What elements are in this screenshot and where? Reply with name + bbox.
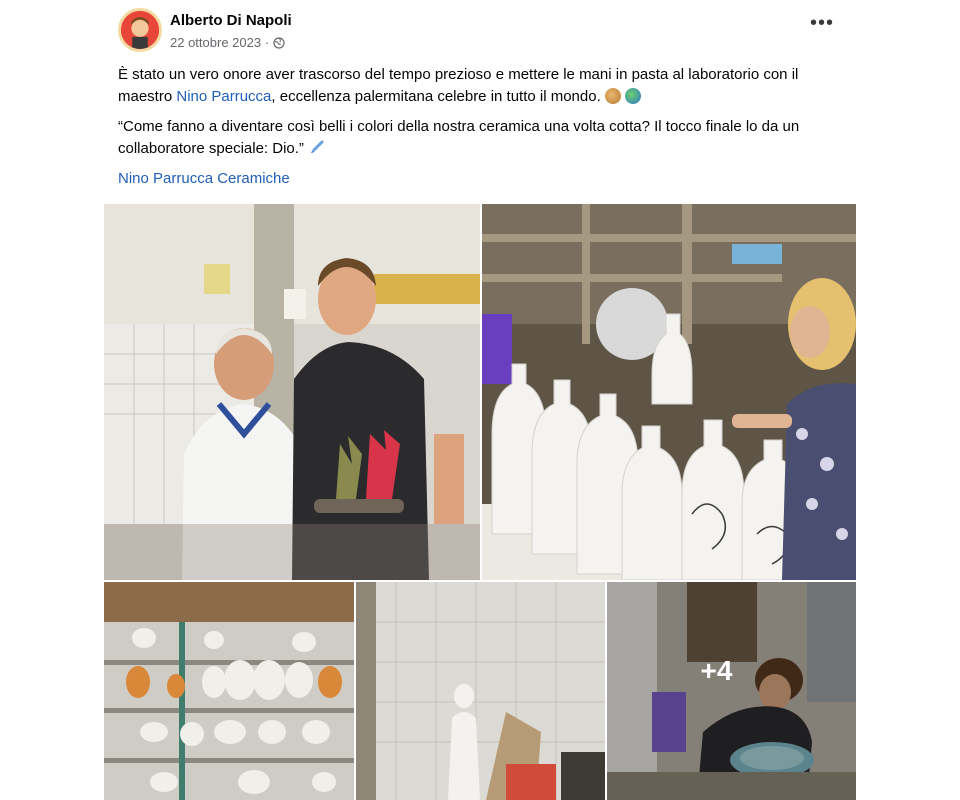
more-photos-overlay[interactable]: +4 xyxy=(607,582,856,800)
avatar-illustration xyxy=(121,11,159,49)
photo-2-image xyxy=(482,204,856,580)
cookie-emoji-icon xyxy=(604,88,621,104)
gallery-photo-1[interactable] xyxy=(104,204,480,580)
photo-4-image xyxy=(356,582,605,800)
post-header: Alberto Di Napoli 22 ottobre 2023 · ••• xyxy=(118,8,842,54)
paintbrush-emoji-icon xyxy=(308,140,324,156)
tagged-page-link[interactable]: Nino Parrucca Ceramiche xyxy=(118,170,290,187)
gallery-photo-3[interactable] xyxy=(104,582,354,800)
photo-3-image xyxy=(104,582,354,800)
paragraph-1-text-end: , eccellenza palermitana celebre in tutt… xyxy=(271,88,605,105)
post-date[interactable]: 22 ottobre 2023 · xyxy=(170,35,269,50)
photo-1-image xyxy=(104,204,480,580)
post-meta: 22 ottobre 2023 · xyxy=(170,35,285,50)
gallery-photo-5-more[interactable]: +4 xyxy=(607,582,856,800)
mention-nino-parrucca[interactable]: Nino Parrucca xyxy=(176,88,271,105)
paragraph-2-text: “Come fanno a diventare così belli i col… xyxy=(118,118,800,157)
post-paragraph-2: “Come fanno a diventare così belli i col… xyxy=(118,116,842,160)
gallery-photo-2[interactable] xyxy=(482,204,856,580)
globe-emoji-icon xyxy=(625,88,642,104)
author-name[interactable]: Alberto Di Napoli xyxy=(170,12,292,29)
gallery-photo-4[interactable] xyxy=(356,582,605,800)
post-text: È stato un vero onore aver trascorso del… xyxy=(118,64,842,168)
more-photos-count: +4 xyxy=(700,655,733,686)
author-avatar[interactable] xyxy=(118,8,162,52)
more-options-icon[interactable]: ••• xyxy=(808,13,836,40)
post-paragraph-1: È stato un vero onore aver trascorso del… xyxy=(118,64,842,108)
facebook-post: Alberto Di Napoli 22 ottobre 2023 · ••• … xyxy=(104,0,856,800)
globe-icon xyxy=(273,36,285,49)
